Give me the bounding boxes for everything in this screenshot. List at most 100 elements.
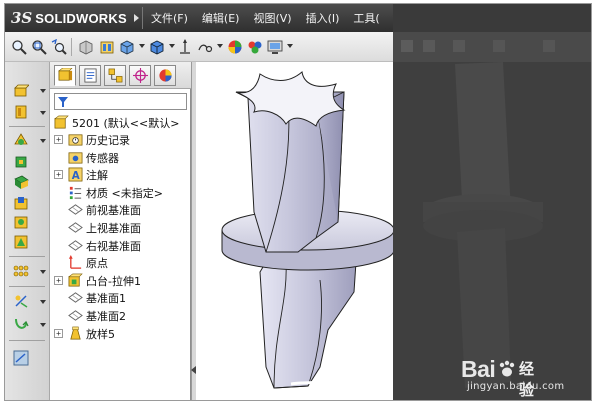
linear-pattern-icon[interactable]	[13, 263, 29, 279]
menu-edit[interactable]: 编辑(E)	[202, 10, 240, 26]
dimxpert-icon	[132, 68, 148, 83]
section-view-icon[interactable]	[78, 39, 94, 55]
plane-icon	[68, 222, 83, 233]
view-orientation-icon[interactable]	[99, 39, 115, 55]
menu-view[interactable]: 视图(V)	[253, 10, 291, 26]
dimmed-graphics-region	[393, 62, 591, 400]
tree-expand-toggle[interactable]: +	[54, 329, 63, 338]
menu-file[interactable]: 文件(F)	[151, 10, 188, 26]
menu-tools[interactable]: 工具(	[353, 10, 379, 26]
part-icon	[54, 115, 69, 129]
dimmed-titlebar-region	[393, 4, 591, 32]
menu-bar: 文件(F) 编辑(E) 视图(V) 插入(I) 工具(	[151, 4, 394, 32]
display-style-dropdown-icon[interactable]	[139, 44, 145, 48]
model-3d-view[interactable]	[196, 62, 393, 401]
plane-icon	[68, 292, 83, 303]
appearance-dropdown-icon[interactable]	[217, 44, 223, 48]
tree-item[interactable]: 基准面1	[50, 289, 191, 306]
heads-up-toolbar	[5, 32, 393, 62]
plane-icon	[68, 310, 83, 321]
menu-insert[interactable]: 插入(I)	[306, 10, 340, 26]
tree-expand-toggle[interactable]: +	[54, 170, 63, 179]
tree-item[interactable]: 右视基准面	[50, 237, 191, 254]
view-settings-dropdown-icon[interactable]	[287, 44, 293, 48]
commandbar-separator	[9, 126, 45, 127]
zoom-fit-icon[interactable]	[11, 39, 27, 55]
hole-wizard-icon[interactable]	[13, 214, 29, 230]
tree-expand-toggle[interactable]: +	[54, 276, 63, 285]
graphics-area[interactable]	[196, 62, 393, 401]
apply-scene-icon[interactable]	[247, 39, 263, 55]
feature-manager-tab[interactable]	[54, 65, 76, 86]
tree-item[interactable]: 传感器	[50, 149, 191, 166]
swept-boss-dropdown-icon[interactable]	[40, 139, 46, 143]
dimxpert-manager-tab[interactable]	[129, 65, 151, 86]
tree-item-label: 历史记录	[86, 133, 130, 147]
curves-icon[interactable]	[13, 316, 29, 332]
lofted-boss-icon[interactable]	[13, 154, 29, 170]
curves-dropdown-icon[interactable]	[40, 323, 46, 327]
tree-filter-input[interactable]	[54, 93, 187, 110]
tree-item[interactable]: + 凸台-拉伸1	[50, 272, 191, 289]
dimmed-model-ghost	[423, 62, 543, 388]
edit-appearance-icon[interactable]	[227, 39, 243, 55]
view-settings-icon[interactable]	[267, 39, 283, 55]
swept-boss-icon[interactable]	[13, 132, 29, 148]
annotations-icon: A	[68, 167, 83, 182]
reference-geometry-icon[interactable]	[13, 293, 29, 309]
plane-icon	[68, 204, 83, 215]
feature-manager-panel: 5201 (默认<<默认> + 历史记录 传感器 + A 注解 材质 <未指定> 前视基准面上…	[50, 62, 191, 400]
commandbar-separator	[9, 256, 45, 257]
watermark-brand: Bai	[461, 356, 496, 382]
page: 3S SOLIDWORKS 文件(F) 编辑(E) 视图(V) 插入(I) 工具…	[0, 0, 600, 404]
tree-item-label: 凸台-拉伸1	[86, 274, 141, 288]
extruded-boss-icon[interactable]	[13, 82, 29, 98]
tree-item[interactable]: + A 注解	[50, 166, 191, 183]
tree-item[interactable]: 原点	[50, 254, 191, 271]
tree-item-label: 原点	[86, 256, 108, 270]
tree-item-label: 放样5	[86, 327, 115, 341]
commandbar-separator	[9, 340, 45, 341]
tree-expand-toggle[interactable]: +	[54, 135, 63, 144]
app-name: SOLIDWORKS	[35, 10, 127, 26]
tree-part-root[interactable]: 5201 (默认<<默认>	[50, 114, 191, 131]
display-style-cube-icon[interactable]	[119, 39, 135, 55]
revolved-boss-icon[interactable]	[13, 104, 29, 120]
dimmed-toolbar-icons	[401, 40, 555, 52]
tree-item[interactable]: + 历史记录	[50, 131, 191, 148]
view-orientation-triad-icon[interactable]	[197, 39, 213, 55]
dimmed-toolbar-region	[393, 32, 591, 62]
revolved-boss-dropdown-icon[interactable]	[40, 111, 46, 115]
tree-item-label: 基准面2	[86, 309, 126, 323]
tree-item[interactable]: 前视基准面	[50, 201, 191, 218]
reference-geometry-dropdown-icon[interactable]	[40, 300, 46, 304]
display-manager-tab[interactable]	[154, 65, 176, 86]
tree-item[interactable]: 基准面2	[50, 307, 191, 324]
logo-arrow-icon	[133, 14, 139, 22]
linear-pattern-dropdown-icon[interactable]	[40, 270, 46, 274]
tree-item[interactable]: 上视基准面	[50, 219, 191, 236]
tree-item-label: 前视基准面	[86, 203, 141, 217]
instant3d-icon[interactable]	[13, 350, 29, 366]
loft-feature-icon	[70, 326, 81, 340]
material-icon	[69, 186, 82, 200]
property-manager-tab[interactable]	[79, 65, 101, 86]
display-style-icon[interactable]	[149, 39, 165, 55]
revolved-cut-icon[interactable]	[13, 234, 29, 250]
extrude-feature-icon	[68, 273, 83, 287]
feature-tree-icon	[57, 68, 72, 81]
hide-show-icon[interactable]	[177, 39, 193, 55]
zoom-area-icon[interactable]	[31, 39, 47, 55]
tree-item[interactable]: 材质 <未指定>	[50, 184, 191, 201]
solidworks-logo[interactable]: 3S SOLIDWORKS	[11, 9, 140, 27]
extruded-boss-dropdown-icon[interactable]	[40, 89, 46, 93]
configuration-manager-tab[interactable]	[104, 65, 126, 86]
previous-view-icon[interactable]	[51, 39, 67, 55]
tree-item-label: 上视基准面	[86, 221, 141, 235]
extruded-cut-icon[interactable]	[13, 195, 29, 211]
hide-show-dropdown-icon[interactable]	[169, 44, 175, 48]
tree-item[interactable]: + 放样5	[50, 325, 191, 342]
property-manager-icon	[83, 68, 97, 83]
sensors-folder-icon	[68, 152, 83, 164]
boundary-boss-icon[interactable]	[13, 174, 29, 190]
